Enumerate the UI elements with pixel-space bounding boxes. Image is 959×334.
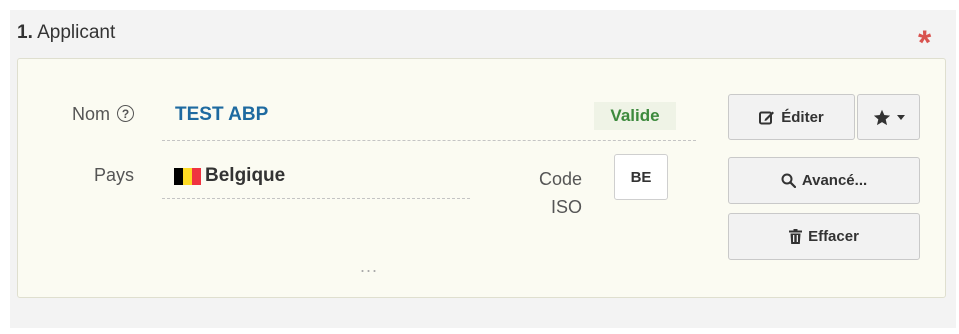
clear-button-label: Effacer	[808, 228, 859, 245]
advanced-search-button[interactable]: Avancé...	[728, 157, 920, 204]
section-label: Applicant	[37, 22, 116, 43]
section-number: 1.	[17, 22, 33, 43]
iso-code-label: Code ISO	[538, 169, 582, 217]
required-asterisk-icon: *	[918, 24, 932, 62]
status-badge: Valide	[594, 102, 676, 130]
name-label: Nom	[71, 104, 110, 124]
belgium-flag-icon	[174, 168, 201, 185]
advanced-button-label: Avancé...	[801, 172, 868, 189]
search-icon	[781, 173, 796, 188]
name-divider	[162, 140, 696, 141]
country-divider	[162, 198, 470, 199]
favorites-dropdown-button[interactable]	[857, 94, 920, 140]
help-icon[interactable]: ?	[117, 105, 134, 122]
edit-icon	[759, 111, 775, 124]
edit-button[interactable]: Éditer	[728, 94, 855, 140]
caret-down-icon	[896, 114, 905, 120]
section-title: 1. Applicant	[17, 22, 115, 44]
applicant-name[interactable]: TEST ABP	[175, 104, 268, 126]
country-value[interactable]: Belgique	[205, 165, 285, 187]
star-icon	[873, 109, 890, 125]
clear-button[interactable]: Effacer	[728, 213, 920, 260]
trash-icon	[789, 229, 803, 244]
edit-button-label: Éditer	[781, 108, 824, 126]
more-ellipsis[interactable]: ...	[360, 256, 378, 277]
name-label-group: Nom ?	[50, 104, 134, 125]
country-label: Pays	[93, 165, 134, 185]
iso-code-value: BE	[614, 154, 668, 200]
